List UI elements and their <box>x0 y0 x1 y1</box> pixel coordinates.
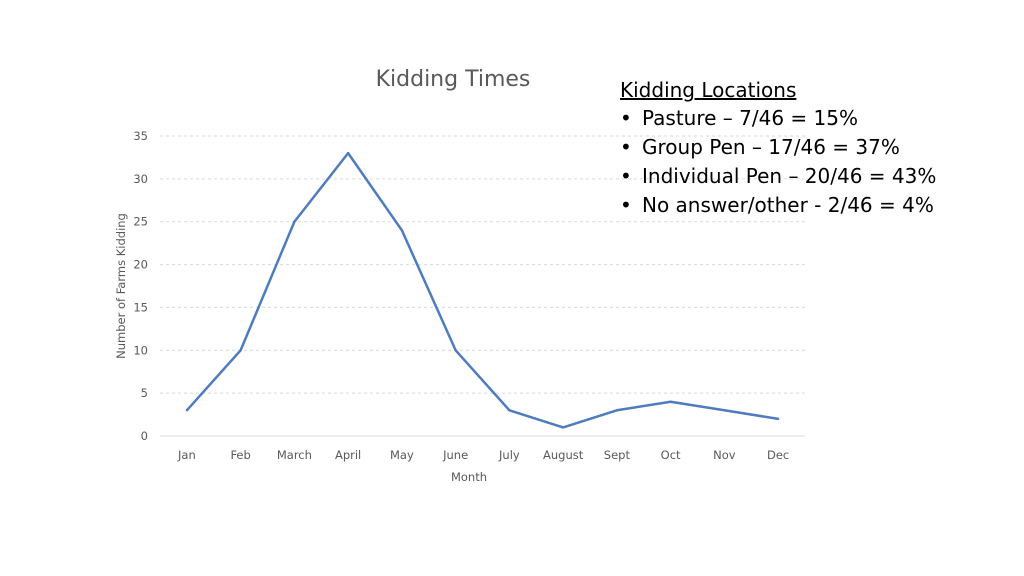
list-item-text: Individual Pen – 20/46 = 43% <box>642 164 937 188</box>
x-tick-label: Jan <box>177 448 196 462</box>
x-tick-label: Nov <box>713 448 736 462</box>
x-axis-ticks: Jan Feb March April May June July August Sept Oct… <box>177 448 789 462</box>
bullet-icon: • <box>620 193 632 217</box>
x-tick-label: July <box>498 448 520 462</box>
y-tick-label: 20 <box>133 258 148 272</box>
x-axis-label: Month <box>451 470 487 484</box>
data-point <box>669 400 672 403</box>
x-tick-label: April <box>335 448 361 462</box>
data-point <box>723 409 726 412</box>
data-point <box>454 349 457 352</box>
kidding-locations-panel: Kidding Locations • Pasture – 7/46 = 15% … <box>620 76 936 220</box>
data-point <box>346 151 350 155</box>
y-tick-label: 35 <box>133 129 148 143</box>
y-axis-label: Number of Farms Kidding <box>114 213 128 359</box>
y-axis-ticks: 0 5 10 15 20 25 30 35 <box>133 129 148 443</box>
data-point <box>185 409 189 412</box>
data-point <box>400 229 404 232</box>
y-tick-label: 25 <box>133 215 148 229</box>
data-point <box>239 349 242 352</box>
data-point <box>615 409 619 412</box>
x-tick-label: June <box>442 448 468 462</box>
list-item: • Group Pen – 17/46 = 37% <box>620 133 936 162</box>
chart-title: Kidding Times <box>376 67 531 92</box>
list-item-text: Group Pen – 17/46 = 37% <box>642 135 900 159</box>
y-tick-label: 0 <box>141 429 148 443</box>
kidding-locations-list: • Pasture – 7/46 = 15% • Group Pen – 17/46… <box>620 104 936 220</box>
bullet-icon: • <box>620 135 632 159</box>
bullet-icon: • <box>620 164 632 188</box>
x-tick-label: May <box>390 448 414 462</box>
kidding-locations-heading: Kidding Locations <box>620 78 797 102</box>
data-point <box>293 220 296 223</box>
list-item: • Pasture – 7/46 = 15% <box>620 104 936 133</box>
x-tick-label: Dec <box>767 448 789 462</box>
data-point <box>508 409 511 412</box>
list-item: • No answer/other - 2/46 = 4% <box>620 191 936 220</box>
x-tick-label: Sept <box>604 448 631 462</box>
x-tick-label: Feb <box>230 448 250 462</box>
data-point <box>561 426 565 429</box>
list-item-text: Pasture – 7/46 = 15% <box>642 106 858 130</box>
x-tick-label: August <box>543 448 584 462</box>
bullet-icon: • <box>620 106 632 130</box>
list-item: • Individual Pen – 20/46 = 43% <box>620 162 936 191</box>
y-tick-label: 10 <box>133 343 148 357</box>
list-item-text: No answer/other - 2/46 = 4% <box>642 193 934 217</box>
data-point <box>776 417 780 421</box>
y-tick-label: 5 <box>141 386 148 400</box>
x-tick-label: March <box>277 448 312 462</box>
y-tick-label: 15 <box>133 300 148 314</box>
x-tick-label: Oct <box>661 448 681 462</box>
y-tick-label: 30 <box>133 172 148 186</box>
